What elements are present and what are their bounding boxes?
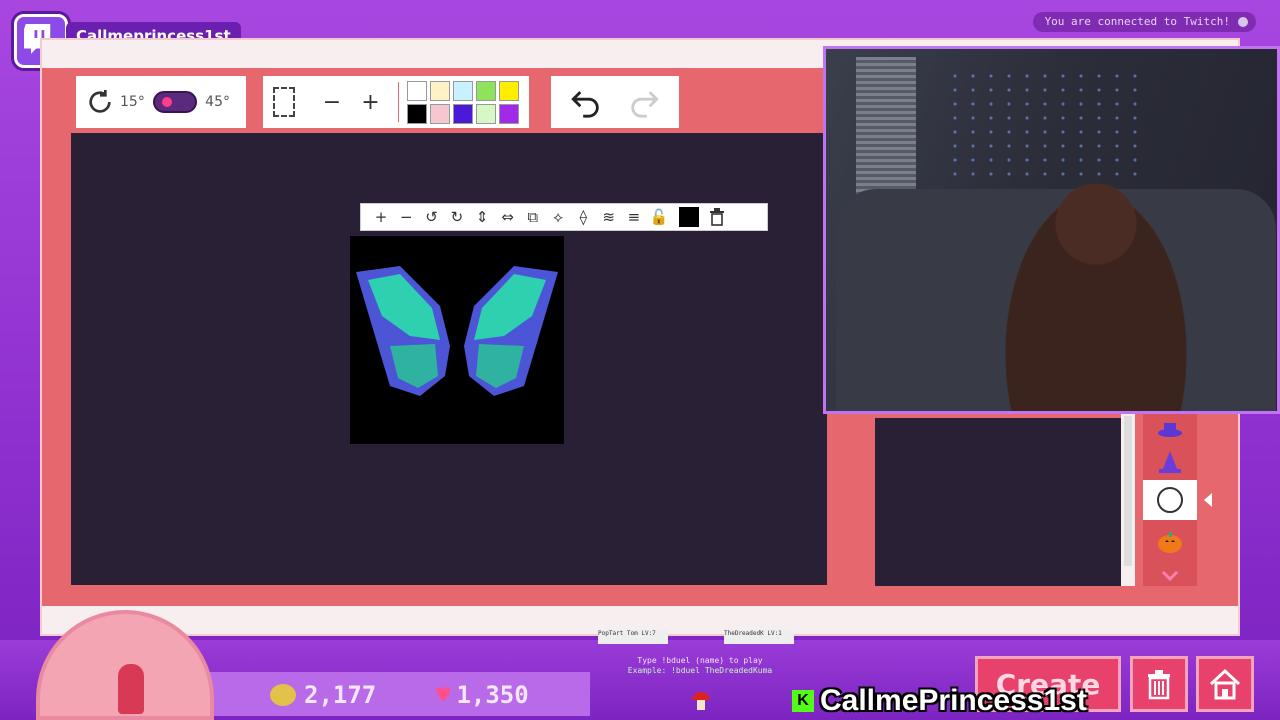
duel-example: Example: !bduel TheDreadedKuma — [627, 666, 773, 675]
coin-count: 2,177 — [304, 681, 377, 709]
object-tool-button[interactable]: − — [394, 205, 418, 229]
zoom-out-button[interactable]: − — [323, 90, 341, 115]
heart-counter: ♥ 1,350 — [436, 680, 529, 710]
selected-object[interactable] — [350, 236, 564, 444]
scroll-down-icon[interactable] — [1143, 556, 1197, 596]
color-swatch[interactable] — [453, 103, 473, 124]
color-swatch[interactable] — [430, 80, 450, 101]
object-tool-button[interactable]: 🔓 — [647, 205, 671, 229]
scrollbar-thumb[interactable] — [1124, 416, 1132, 566]
rotate-icon[interactable] — [84, 86, 116, 118]
trash-button[interactable] — [1130, 656, 1188, 712]
object-color-chip[interactable] — [678, 207, 699, 227]
twitch-status-text: You are connected to Twitch! — [1044, 15, 1230, 28]
object-toolbar: + − ↺ ↻ ⇕ ⇔ ⧉ ⟡ ⟠ ≋ ≡ 🔓 — [360, 203, 768, 231]
status-dot-icon — [1238, 17, 1248, 27]
toggle-knob — [161, 97, 172, 107]
gauge-needle — [118, 664, 144, 714]
home-icon — [1209, 668, 1241, 700]
overlay-username: K CallmePrincess1st — [792, 684, 1087, 718]
color-palette — [407, 80, 519, 124]
color-swatch[interactable] — [476, 80, 496, 101]
witch-hat-icon[interactable] — [1143, 442, 1197, 482]
heart-icon: ♥ — [436, 681, 451, 709]
object-tool-button[interactable]: ⧉ — [521, 205, 545, 229]
selection-toolbox: − + — [263, 76, 529, 128]
object-tool-button[interactable]: ≋ — [597, 205, 621, 229]
color-swatch[interactable] — [499, 80, 519, 101]
object-tool-button[interactable]: ⇕ — [470, 205, 494, 229]
object-tool-button[interactable]: + — [369, 205, 393, 229]
duel-player-card: TheDreadedK LV:1 — [724, 630, 794, 644]
zoom-in-button[interactable]: + — [361, 90, 379, 115]
rotation-large-label: 45° — [205, 94, 230, 110]
color-swatch[interactable] — [453, 80, 473, 101]
layers-panel[interactable] — [875, 418, 1121, 586]
object-tool-button[interactable]: ⟠ — [571, 205, 595, 229]
circle-tool-icon[interactable] — [1143, 480, 1197, 520]
mushroom-avatar-icon — [690, 690, 712, 712]
rotation-step-toggle[interactable] — [152, 91, 198, 113]
color-swatch[interactable] — [476, 103, 496, 124]
color-swatch[interactable] — [407, 80, 427, 101]
color-swatch[interactable] — [499, 103, 519, 124]
overlay-username-text: CallmePrincess1st — [820, 684, 1087, 717]
home-button[interactable] — [1196, 656, 1254, 712]
color-swatch[interactable] — [430, 103, 450, 124]
duel-prompt: Type !bduel (name) to play — [637, 656, 763, 665]
trash-icon — [1148, 670, 1170, 700]
object-tool-button[interactable]: ⇔ — [495, 205, 519, 229]
coin-icon — [270, 684, 296, 706]
object-tool-button[interactable]: ≡ — [622, 205, 646, 229]
undo-icon[interactable] — [569, 85, 603, 119]
heart-count: 1,350 — [456, 681, 529, 709]
redo-icon[interactable] — [627, 85, 661, 119]
marquee-select-icon[interactable] — [273, 87, 295, 117]
duel-player-card: PopTart Tom LV:7 — [598, 630, 668, 644]
object-tool-button[interactable]: ↻ — [445, 205, 469, 229]
history-toolbox — [551, 76, 679, 128]
twitch-connection-status: You are connected to Twitch! — [1032, 12, 1256, 32]
rotation-small-label: 15° — [120, 94, 145, 110]
butterfly-sprite — [356, 266, 558, 396]
object-tool-button[interactable]: ⟡ — [546, 205, 570, 229]
coin-counter: 2,177 — [270, 680, 376, 710]
panel-arrow-icon[interactable] — [1202, 492, 1214, 512]
shape-tool-column — [1143, 410, 1197, 586]
duel-instructions: Type !bduel (name) to play Example: !bdu… — [600, 656, 800, 676]
streamer — [986, 159, 1206, 411]
panel-scrollbar[interactable] — [1121, 410, 1135, 586]
object-tool-button[interactable]: ↺ — [420, 205, 444, 229]
rotation-toolbox: 15° 45° — [76, 76, 246, 128]
color-swatch[interactable] — [407, 103, 427, 124]
webcam-feed — [823, 46, 1280, 414]
toolbar-divider — [397, 82, 399, 122]
kick-badge-icon: K — [792, 690, 814, 712]
delete-object-icon[interactable] — [705, 205, 729, 229]
